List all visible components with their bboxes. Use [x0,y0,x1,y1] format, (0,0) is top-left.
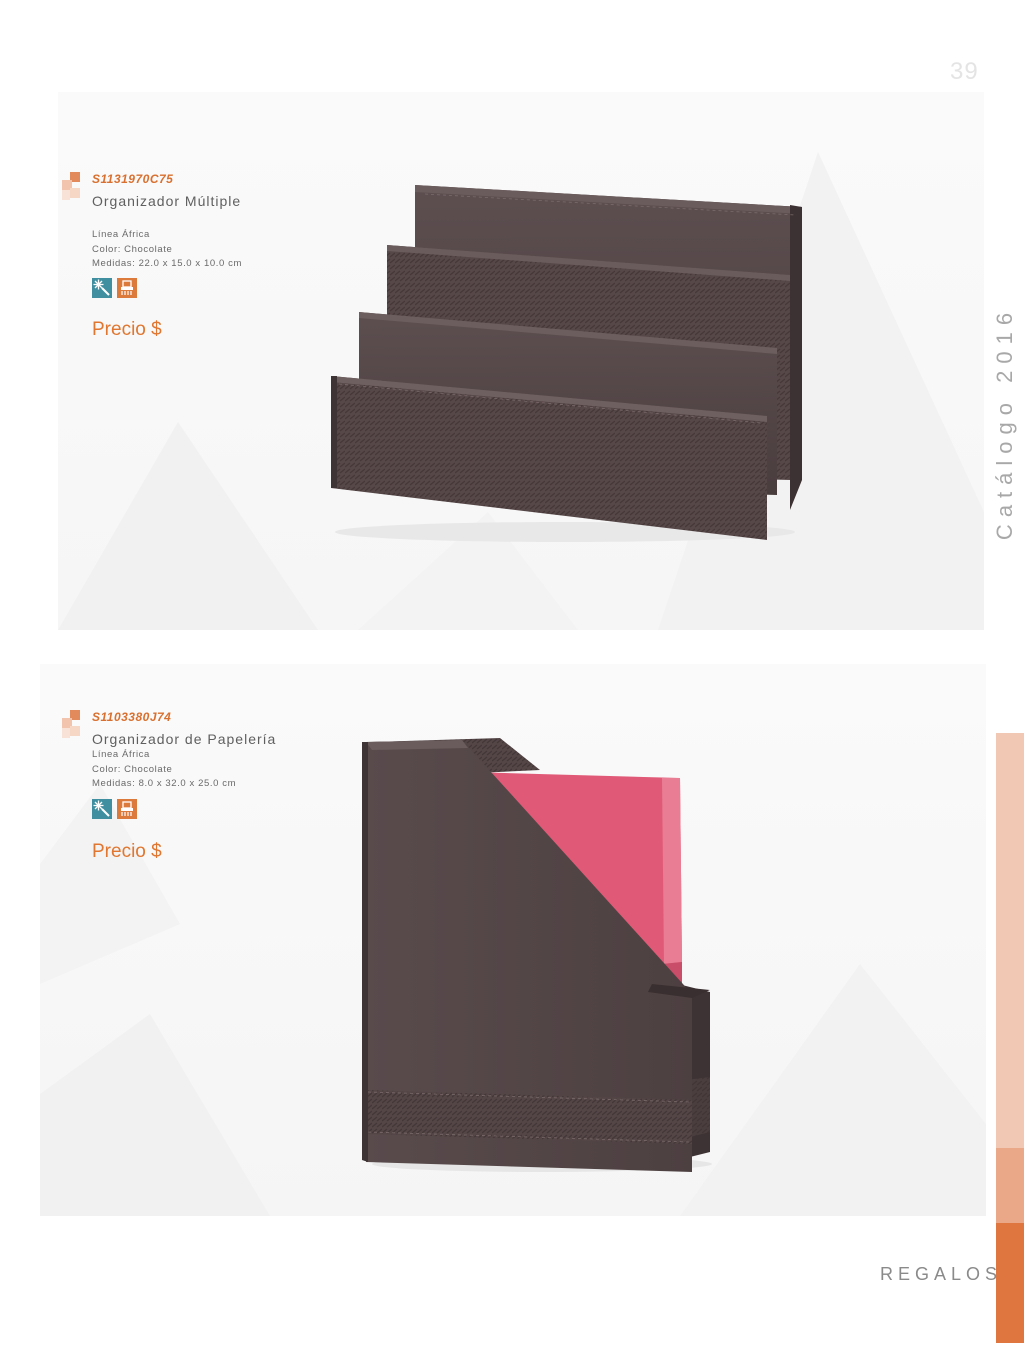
brand-squares-icon [62,172,86,200]
product-sku: S1103380J74 [92,710,172,724]
page-number: 39 [950,58,979,85]
product-color: Color: Chocolate [92,764,173,775]
side-bar-mid [996,1148,1024,1223]
side-bar-light [996,733,1024,1148]
product-image-organizador-multiple [331,185,802,542]
product-name: Organizador de Papelería [92,731,277,747]
product-line: Línea África [92,229,150,240]
side-title: Catálogo 2016 [990,305,1020,539]
product-image-organizador-papeleria [362,738,712,1172]
hot-stamping-icon [117,278,137,298]
laser-engraving-icon [92,799,112,819]
product-measures: Medidas: 8.0 x 32.0 x 25.0 cm [92,778,237,789]
product-measures: Medidas: 22.0 x 15.0 x 10.0 cm [92,258,243,269]
side-title-text: Catálogo 2016 [992,305,1017,540]
product-price: Precio $ [92,841,162,862]
laser-engraving-icon [92,278,112,298]
product-color: Color: Chocolate [92,244,173,255]
brand-squares-icon [62,710,86,738]
product-sku: S1131970C75 [92,172,174,186]
product-line: Línea África [92,749,150,760]
hot-stamping-icon [117,799,137,819]
product-price: Precio $ [92,319,162,340]
product-name: Organizador Múltiple [92,193,242,209]
section-label: REGALOS [880,1264,1003,1284]
